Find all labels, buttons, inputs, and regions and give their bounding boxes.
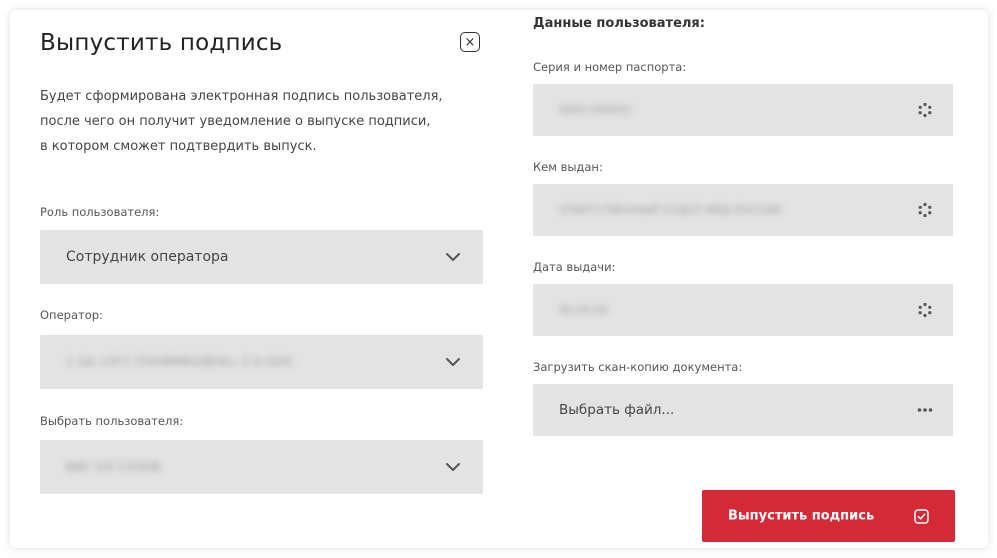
loading-icon: [918, 202, 932, 218]
role-label: Роль пользователя:: [40, 205, 160, 219]
issued-by-label: Кем выдан:: [533, 160, 603, 174]
chevron-down-icon: [446, 253, 460, 261]
passport-label: Серия и номер паспорта:: [533, 60, 687, 74]
loading-icon: [918, 102, 932, 118]
passport-value: 0000 000001: [559, 103, 633, 117]
file-upload-placeholder: Выбрать файл...: [559, 402, 675, 418]
file-upload-field[interactable]: Выбрать файл...: [533, 384, 953, 436]
check-square-icon: [914, 508, 929, 524]
role-select-value: Сотрудник оператора: [66, 249, 229, 265]
chevron-down-icon: [446, 463, 460, 471]
issue-date-value: 00.00.00: [559, 303, 608, 317]
issued-by-field[interactable]: ОТВЕТСТВЕННЫЙ ОТДЕЛ МВД РОССИИ: [533, 184, 953, 236]
user-label: Выбрать пользователя:: [40, 414, 184, 428]
dialog-description: Будет сформирована электронная подпись п…: [40, 84, 480, 159]
issue-signature-button[interactable]: Выпустить подпись: [702, 490, 955, 542]
user-select-value: ВИС ОЛ СЛЗОВ: [66, 460, 161, 474]
operator-label: Оператор:: [40, 308, 103, 322]
description-line: Будет сформирована электронная подпись п…: [40, 89, 443, 104]
user-select[interactable]: ВИС ОЛ СЛЗОВ: [40, 440, 483, 494]
loading-icon: [918, 302, 932, 318]
description-line: после чего он получит уведомление о выпу…: [40, 114, 431, 129]
issued-by-value: ОТВЕТСТВЕННЫЙ ОТДЕЛ МВД РОССИИ: [559, 203, 782, 217]
passport-field[interactable]: 0000 000001: [533, 84, 953, 136]
dialog-title: Выпустить подпись: [40, 30, 283, 56]
upload-label: Загрузить скан-копию документа:: [533, 360, 743, 374]
issue-date-label: Дата выдачи:: [533, 260, 616, 274]
chevron-down-icon: [446, 358, 460, 366]
operator-select-value: 1 ОА «ПГС-ТОНЯРИКОВОК» 2-4 ООО: [66, 355, 293, 369]
issue-date-field[interactable]: 00.00.00: [533, 284, 953, 336]
role-select[interactable]: Сотрудник оператора: [40, 230, 483, 284]
issue-signature-button-label: Выпустить подпись: [728, 508, 875, 524]
issue-signature-dialog: Выпустить подпись × Будет сформирована э…: [10, 10, 988, 548]
close-icon: ×: [464, 34, 476, 50]
user-data-title: Данные пользователя:: [533, 16, 705, 31]
close-button[interactable]: ×: [460, 32, 480, 52]
operator-select[interactable]: 1 ОА «ПГС-ТОНЯРИКОВОК» 2-4 ООО: [40, 335, 483, 389]
description-line: в котором сможет подтвердить выпуск.: [40, 139, 317, 154]
more-icon[interactable]: [917, 402, 933, 418]
